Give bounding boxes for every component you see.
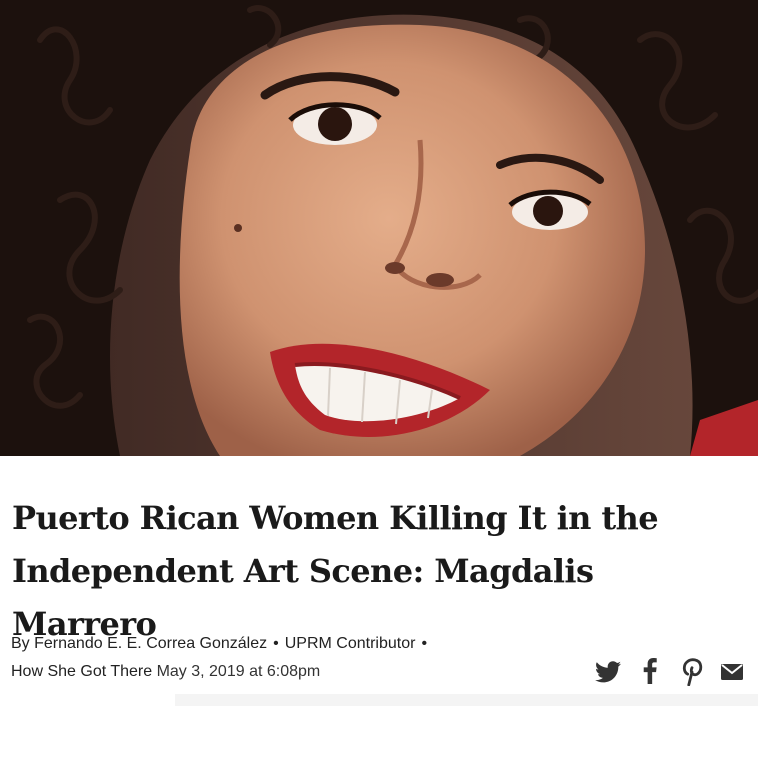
- portrait-photo: [0, 0, 758, 456]
- byline-separator: •: [421, 635, 428, 652]
- byline-separator: •: [273, 635, 279, 652]
- email-icon[interactable]: [721, 664, 743, 685]
- pinterest-icon[interactable]: [681, 658, 703, 691]
- author-link[interactable]: Fernando E. E. Correa González: [34, 635, 267, 652]
- contributor-role-link[interactable]: UPRM Contributor: [285, 635, 416, 652]
- article-title-line-1: Puerto Rican Women Killing It in the: [12, 499, 659, 537]
- hero-image: [0, 0, 758, 456]
- series-link[interactable]: How She Got There: [11, 663, 152, 680]
- article-title: Puerto Rican Women Killing It in the Ind…: [12, 492, 742, 651]
- divider: [175, 694, 758, 706]
- byline: By Fernando E. E. Correa González • UPRM C…: [11, 630, 571, 686]
- share-bar: [595, 658, 745, 689]
- facebook-icon[interactable]: [643, 658, 657, 689]
- publish-date: May 3, 2019 at 6:08pm: [156, 663, 321, 680]
- byline-prefix: By: [11, 635, 30, 652]
- twitter-icon[interactable]: [595, 661, 621, 688]
